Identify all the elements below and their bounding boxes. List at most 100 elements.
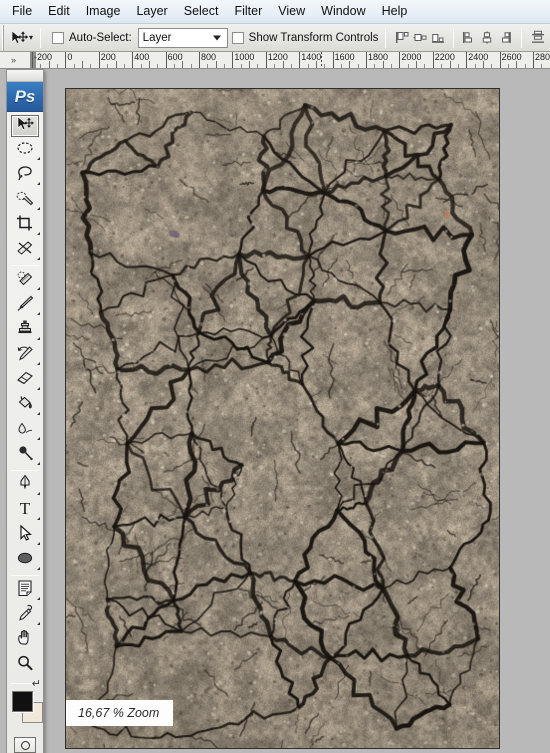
tool-elliptical-marquee-tool[interactable] bbox=[7, 138, 43, 163]
tool-paint-bucket-tool[interactable] bbox=[7, 393, 43, 418]
options-separator-2 bbox=[385, 27, 387, 48]
auto-select-value: Layer bbox=[142, 31, 172, 44]
tools-panel-drag-handle[interactable] bbox=[7, 70, 43, 82]
tool-history-brush-tool[interactable] bbox=[7, 343, 43, 368]
options-separator-3 bbox=[453, 27, 455, 48]
tool-flyout-triangle-icon[interactable] bbox=[37, 517, 40, 520]
move-tool-icon bbox=[15, 115, 35, 138]
horizontal-ruler[interactable]: -200 0 200 400 600 800 1000 1200 1400 1600 1800 200… bbox=[0, 52, 550, 69]
tool-flyout-triangle-icon[interactable] bbox=[37, 362, 40, 365]
tool-flyout-triangle-icon[interactable] bbox=[37, 412, 40, 415]
tool-flyout-triangle-icon[interactable] bbox=[37, 337, 40, 340]
tool-flyout-triangle-icon[interactable] bbox=[37, 207, 40, 210]
tool-eyedropper-tool[interactable] bbox=[7, 603, 43, 628]
menu-item-edit[interactable]: Edit bbox=[40, 1, 78, 22]
menu-item-file[interactable]: File bbox=[4, 1, 40, 22]
tool-lasso-tool[interactable] bbox=[7, 163, 43, 188]
tool-flyout-triangle-icon[interactable] bbox=[37, 387, 40, 390]
blur-icon bbox=[15, 419, 35, 442]
move-tool-icon[interactable] bbox=[9, 27, 29, 49]
ruler-subtick bbox=[123, 64, 125, 68]
distribute-top-edges-icon[interactable] bbox=[530, 28, 546, 48]
ruler-subtick bbox=[357, 64, 359, 68]
workspace: 16,67 % Zoom » Ps T ↵ bbox=[0, 55, 550, 753]
tool-dodge-tool[interactable] bbox=[7, 443, 43, 468]
tool-flyout-triangle-icon[interactable] bbox=[37, 597, 40, 600]
document-window[interactable]: 16,67 % Zoom bbox=[65, 88, 500, 749]
tool-flyout-triangle-icon[interactable] bbox=[37, 232, 40, 235]
tool-flyout-triangle-icon[interactable] bbox=[37, 157, 40, 160]
hand-icon bbox=[15, 629, 35, 652]
tool-flyout-triangle-icon[interactable] bbox=[37, 462, 40, 465]
auto-select-label: Auto-Select: bbox=[69, 31, 132, 44]
tool-clone-stamp-tool[interactable] bbox=[7, 318, 43, 343]
ruler-subtick bbox=[290, 64, 292, 68]
tool-flyout-triangle-icon[interactable] bbox=[37, 182, 40, 185]
menu-item-layer[interactable]: Layer bbox=[128, 1, 175, 22]
foreground-color-swatch[interactable] bbox=[12, 691, 33, 712]
tool-flyout-triangle-icon[interactable] bbox=[37, 257, 40, 260]
auto-select-dropdown[interactable]: Layer bbox=[137, 27, 228, 48]
tool-flyout-triangle-icon[interactable] bbox=[37, 437, 40, 440]
menu-item-view[interactable]: View bbox=[270, 1, 313, 22]
tool-flyout-triangle-icon[interactable] bbox=[37, 312, 40, 315]
ruler-subtick bbox=[157, 64, 159, 68]
tool-spot-healing-brush-tool[interactable] bbox=[7, 268, 43, 293]
ruler-subtick bbox=[307, 64, 309, 68]
tool-zoom-tool[interactable] bbox=[7, 653, 43, 678]
tool-hand-tool[interactable] bbox=[7, 628, 43, 653]
expand-dock-icon[interactable]: » bbox=[11, 55, 16, 65]
auto-select-checkbox[interactable] bbox=[52, 31, 65, 44]
swap-arrow-icon[interactable]: ↵ bbox=[32, 677, 41, 690]
tool-flyout-triangle-icon[interactable] bbox=[37, 542, 40, 545]
ruler-subtick bbox=[416, 61, 418, 68]
tool-brush-tool[interactable] bbox=[7, 293, 43, 318]
align-horizontal-centers-icon[interactable] bbox=[479, 28, 495, 48]
tool-flyout-triangle-icon[interactable] bbox=[37, 622, 40, 625]
tool-flyout-triangle-icon[interactable] bbox=[37, 492, 40, 495]
menu-item-select[interactable]: Select bbox=[176, 1, 227, 22]
align-bottom-edges-icon[interactable] bbox=[430, 28, 446, 48]
align-left-edges-icon[interactable] bbox=[461, 28, 477, 48]
tool-list: T bbox=[7, 112, 43, 681]
auto-select-field: Auto-Select: Layer bbox=[52, 27, 228, 48]
tool-preset-caret-icon[interactable]: ▾ bbox=[29, 27, 33, 49]
options-bar-grip[interactable] bbox=[2, 24, 4, 51]
show-transform-controls-label: Show Transform Controls bbox=[248, 31, 379, 44]
tool-slice-tool[interactable] bbox=[7, 238, 43, 263]
tool-flyout-triangle-icon[interactable] bbox=[37, 287, 40, 290]
ruler-subtick bbox=[215, 61, 217, 68]
menu-item-window[interactable]: Window bbox=[313, 1, 373, 22]
photoshop-logo: Ps bbox=[7, 82, 43, 112]
tool-move-tool[interactable] bbox=[11, 115, 39, 137]
tool-pen-tool[interactable] bbox=[7, 473, 43, 498]
tool-ellipse-shape-tool[interactable] bbox=[7, 548, 43, 573]
tool-quick-selection-tool[interactable] bbox=[7, 188, 43, 213]
align-right-edges-icon[interactable] bbox=[497, 28, 513, 48]
ruler-subtick bbox=[324, 64, 326, 68]
menu-item-help[interactable]: Help bbox=[374, 1, 416, 22]
tool-horizontal-type-tool[interactable]: T bbox=[7, 498, 43, 523]
align-top-edges-icon[interactable] bbox=[394, 28, 410, 48]
align-vertical-centers-icon[interactable] bbox=[412, 28, 428, 48]
tool-path-selection-tool[interactable] bbox=[7, 523, 43, 548]
tool-flyout-triangle-icon[interactable] bbox=[37, 567, 40, 570]
color-swatches: ↵ bbox=[7, 678, 43, 733]
show-transform-controls-checkbox[interactable] bbox=[231, 31, 244, 44]
ruler-subtick bbox=[90, 64, 92, 68]
ruler-label: 2600 bbox=[501, 52, 522, 62]
menu-item-image[interactable]: Image bbox=[78, 1, 129, 22]
ruler-subtick bbox=[541, 64, 543, 68]
ruler-label: 1400 bbox=[301, 52, 322, 62]
tool-crop-tool[interactable] bbox=[7, 213, 43, 238]
tool-blur-tool[interactable] bbox=[7, 418, 43, 443]
quick-selection-icon bbox=[15, 189, 35, 212]
tools-divider bbox=[11, 265, 39, 266]
quick-mask-button[interactable] bbox=[7, 733, 43, 753]
tool-eraser-tool[interactable] bbox=[7, 368, 43, 393]
lasso-icon bbox=[15, 164, 35, 187]
tool-notes-tool[interactable] bbox=[7, 578, 43, 603]
menu-item-filter[interactable]: Filter bbox=[226, 1, 270, 22]
ruler-subtick bbox=[224, 64, 226, 68]
ruler-subtick bbox=[491, 64, 493, 68]
